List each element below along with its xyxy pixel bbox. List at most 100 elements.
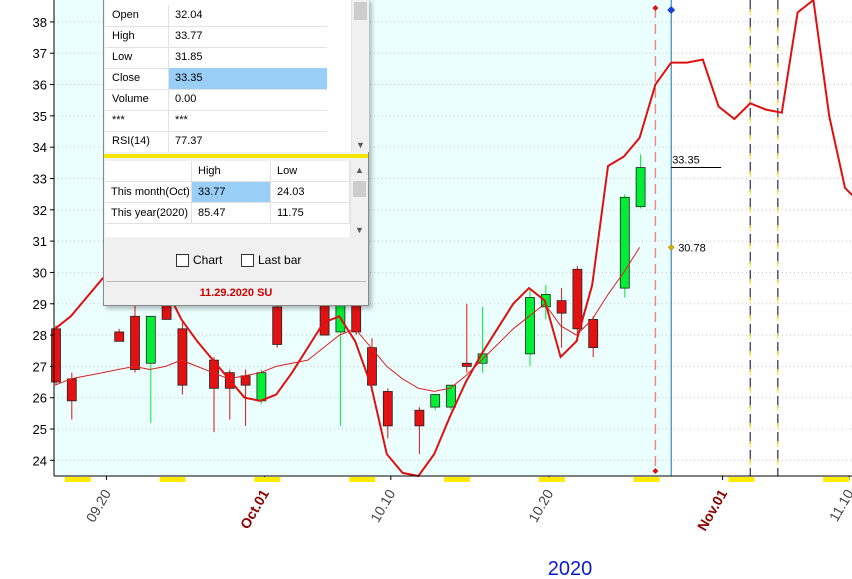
candle-body	[525, 297, 535, 355]
y-tick-label: 37	[33, 46, 47, 61]
candle-body	[177, 328, 188, 386]
y-tick-label: 24	[33, 453, 47, 468]
scrollbar-thumb[interactable]	[354, 2, 367, 20]
quote-table: Open 32.04 High 33.77 Low 31.85 Close 33.35 Volu…	[105, 0, 351, 152]
y-tick-label: 31	[33, 234, 47, 249]
quote-scrollbar[interactable]: ▼	[351, 0, 369, 152]
period-high-low-table: High Low This month(Oct) 33.77 24.03 This yea…	[105, 161, 367, 237]
period-header-cell: Low	[271, 161, 350, 182]
quote-row-value: ***	[168, 110, 327, 131]
y-tick-label: 35	[33, 109, 47, 124]
time-markers	[652, 0, 779, 476]
annotations: 33.35 30.78	[667, 155, 722, 254]
y-tick-label: 30	[33, 265, 47, 280]
checkbox-box[interactable]	[241, 253, 254, 267]
quote-row[interactable]: Volume 0.00	[105, 89, 327, 111]
chart-checkbox-label: Chart	[193, 253, 223, 267]
scroll-down-arrow-icon[interactable]: ▼	[355, 225, 364, 235]
y-tick-label: 32	[33, 203, 47, 218]
period-low-value: 11.75	[271, 203, 350, 224]
quote-row[interactable]: High 33.77	[105, 26, 327, 48]
y-axis-tick-labels: 24 25 26 27 28 29 30 31 32 33 34 35 36 37 38	[33, 15, 47, 468]
y-tick-label: 38	[33, 15, 47, 30]
candle-body	[114, 331, 125, 342]
date-status: 11.29.2020 SU	[106, 281, 366, 304]
quote-row-label: Close	[112, 72, 141, 84]
quote-row-label: Volume	[112, 93, 149, 105]
y-tick-label: 27	[33, 359, 47, 374]
quote-row-value: 33.77	[168, 26, 327, 47]
candle-body	[66, 378, 77, 402]
quote-row-value: 77.37	[168, 131, 327, 152]
last-bar-checkbox[interactable]: Last bar	[241, 253, 301, 267]
y-tick-label: 33	[33, 172, 47, 187]
y-tick-label: 26	[33, 391, 47, 406]
last-bar-checkbox-label: Last bar	[258, 253, 302, 267]
x-tick-label: 10.20	[525, 486, 556, 525]
x-axis-tick-labels: 09.20 Oct.01 10.10 10.20 Nov.01 11.10	[83, 486, 852, 533]
candle-body	[461, 362, 472, 367]
y-tick-label: 36	[33, 78, 47, 93]
candle-body	[414, 409, 425, 427]
period-marker	[633, 477, 660, 482]
period-low-value: 24.03	[271, 182, 350, 203]
checkbox-box[interactable]	[176, 253, 189, 267]
period-marker	[349, 477, 376, 482]
period-header-cell	[105, 161, 192, 182]
quote-row-label: Open	[112, 9, 139, 21]
quote-row-label: Low	[112, 51, 133, 63]
x-tick-label: 10.10	[367, 486, 398, 525]
candle-body	[430, 394, 441, 408]
candle-body	[619, 196, 630, 289]
scroll-up-arrow-icon[interactable]: ▲	[355, 165, 364, 175]
period-high-value: 85.47	[192, 203, 271, 224]
x-tick-label: 09.20	[83, 486, 114, 525]
y-tick-label: 28	[33, 328, 47, 343]
quote-row[interactable]: *** ***	[105, 110, 327, 132]
scrollbar-thumb[interactable]	[353, 181, 366, 197]
options-bar: Chart Last bar	[104, 243, 368, 279]
candle-body	[635, 167, 646, 208]
period-marker	[728, 477, 755, 482]
year-label: 2020	[548, 558, 593, 579]
quote-row-label: High	[112, 30, 135, 42]
candle-body	[572, 268, 583, 330]
candle-body	[51, 328, 61, 383]
quote-row-value: 31.85	[168, 47, 327, 68]
period-marker	[538, 477, 565, 482]
x-tick-label: 11.10	[826, 486, 852, 524]
period-marker	[159, 477, 186, 482]
candle-body	[588, 319, 599, 349]
candle-body	[382, 391, 393, 427]
last-close-label: 33.35	[672, 155, 700, 167]
candle	[177, 322, 188, 395]
candle-body	[130, 315, 140, 370]
quote-row[interactable]: Close 33.35	[105, 68, 327, 90]
x-tick-label: Oct.01	[237, 486, 272, 531]
x-axis-period-markers	[64, 477, 850, 482]
quote-row[interactable]: Low 31.85	[105, 47, 327, 69]
ma-value-label: 30.78	[678, 242, 706, 254]
period-marker	[823, 477, 850, 482]
candle-body	[556, 300, 567, 314]
panel-splitter[interactable]	[104, 154, 368, 158]
period-row-label: This month(Oct)	[105, 182, 192, 203]
quote-row-label: ***	[112, 114, 125, 126]
candle-body	[272, 306, 283, 345]
period-high-value: 33.77	[192, 182, 271, 203]
quote-row-label: RSI(14)	[112, 135, 150, 147]
quote-info-window[interactable]: Open 32.04 High 33.77 Low 31.85 Close 33.35 Volu…	[103, 0, 369, 306]
quote-row[interactable]: Open 32.04	[105, 5, 327, 27]
y-tick-label: 25	[33, 422, 47, 437]
quote-row-value: 0.00	[168, 89, 327, 110]
scroll-down-arrow-icon[interactable]: ▼	[356, 140, 365, 150]
candle-body	[145, 315, 156, 364]
chart-checkbox[interactable]: Chart	[176, 253, 222, 267]
period-header-cell: High	[192, 161, 271, 182]
candle	[619, 194, 630, 298]
period-row-label: This year(2020)	[105, 203, 192, 224]
period-scrollbar[interactable]: ▲ ▼	[350, 161, 368, 237]
quote-row[interactable]: RSI(14) 77.37	[105, 131, 327, 152]
candle-body	[256, 372, 267, 402]
y-tick-label: 29	[33, 297, 47, 312]
